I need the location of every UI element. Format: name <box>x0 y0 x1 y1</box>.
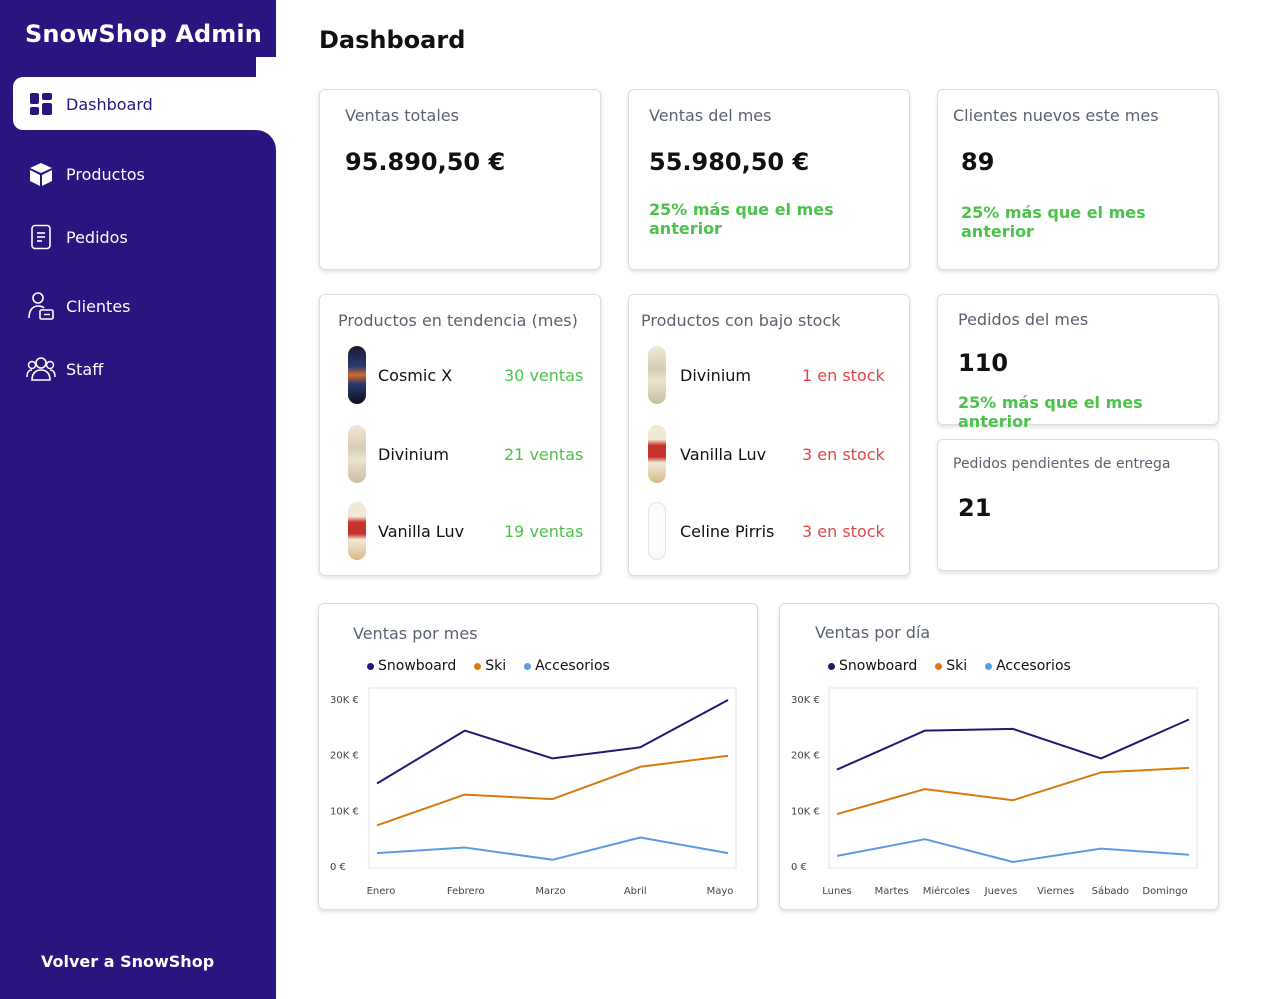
snowboard-thumbnail <box>348 346 366 404</box>
trending-products-card: Productos en tendencia (mes) Cosmic X 30… <box>319 294 601 576</box>
series-line-accesorios <box>836 838 1190 863</box>
stock-count: 1 en stock <box>802 366 885 385</box>
document-icon <box>26 222 56 252</box>
product-name: Celine Pirris <box>680 522 775 541</box>
stat-value: 95.890,50 € <box>345 148 506 176</box>
snowboard-thumbnail <box>348 425 366 483</box>
stock-count: 3 en stock <box>802 522 885 541</box>
stat-label: Ventas totales <box>345 106 459 125</box>
box-icon <box>26 159 56 189</box>
sidebar-item-label: Clientes <box>66 296 131 316</box>
sidebar-item-productos[interactable]: Productos <box>26 154 145 194</box>
sidebar-item-staff[interactable]: Staff <box>26 349 103 389</box>
product-name: Cosmic X <box>378 366 453 385</box>
series-line-accesorios <box>376 836 729 861</box>
chart-card-ventas-dia: Ventas por día Snowboard Ski Accesorios … <box>779 603 1219 910</box>
sidebar-item-dashboard[interactable]: Dashboard <box>26 84 153 124</box>
plot-frame <box>828 687 1198 869</box>
users-group-icon <box>26 354 56 384</box>
list-item[interactable]: Vanilla Luv 19 ventas <box>320 502 600 562</box>
sidebar: SnowShop Admin Dashboard Productos Pedid… <box>0 0 276 999</box>
series-line-snowboard <box>376 699 729 785</box>
sales-count: 30 ventas <box>504 366 584 385</box>
plot-frame <box>368 687 737 869</box>
sidebar-item-pedidos[interactable]: Pedidos <box>26 217 128 257</box>
stat-label: Pedidos pendientes de entrega <box>953 456 1171 472</box>
brand-title: SnowShop Admin <box>25 20 262 48</box>
sales-count: 19 ventas <box>504 522 584 541</box>
list-item[interactable]: Cosmic X 30 ventas <box>320 346 600 406</box>
sidebar-item-clientes[interactable]: Clientes <box>26 286 131 326</box>
series-line-ski <box>836 766 1190 816</box>
series-line-ski <box>376 754 729 827</box>
stat-change-note: 25% más que el mes anterior <box>961 203 1146 241</box>
y-tick-label: 20K € <box>330 751 359 762</box>
line-chart-daily: 0 € 10K € 20K € 30K € Lunes Martes Miércoles Ju… <box>791 687 1198 897</box>
card-title: Productos en tendencia (mes) <box>338 311 578 330</box>
stat-card-pedidos-pendientes: Pedidos pendientes de entrega 21 <box>937 439 1219 571</box>
stock-count: 3 en stock <box>802 445 885 464</box>
x-tick-label: Domingo <box>1142 886 1187 897</box>
dashboard-grid-icon <box>26 89 56 119</box>
x-tick-label: Viernes <box>1037 886 1074 897</box>
stat-value: 89 <box>961 148 995 176</box>
list-item[interactable]: Divinium 1 en stock <box>629 346 909 406</box>
product-name: Divinium <box>378 445 449 464</box>
y-tick-label: 10K € <box>791 806 820 817</box>
sidebar-item-label: Pedidos <box>66 227 128 247</box>
stat-card-pedidos-mes: Pedidos del mes 110 25% más que el mes a… <box>937 294 1219 431</box>
sidebar-item-label: Productos <box>66 164 145 184</box>
low-stock-card: Productos con bajo stock Divinium 1 en s… <box>628 294 910 576</box>
y-tick-label: 20K € <box>791 751 820 762</box>
stat-change-note: 25% más que el mes anterior <box>649 200 834 238</box>
product-name: Divinium <box>680 366 751 385</box>
y-tick-label: 30K € <box>330 695 359 706</box>
y-tick-label: 0 € <box>791 862 807 873</box>
page-title: Dashboard <box>319 26 466 54</box>
sidebar-item-label: Staff <box>66 359 104 379</box>
x-tick-label: Marzo <box>535 886 565 897</box>
list-item[interactable]: Vanilla Luv 3 en stock <box>629 425 909 485</box>
snowboard-thumbnail <box>648 502 666 560</box>
stat-change-note: 25% más que el mes anterior <box>958 393 1143 431</box>
product-name: Vanilla Luv <box>680 445 767 464</box>
sales-count: 21 ventas <box>504 445 584 464</box>
y-tick-label: 10K € <box>330 806 359 817</box>
x-tick-label: Abril <box>624 886 647 897</box>
sidebar-item-label: Dashboard <box>66 94 153 114</box>
series-line-snowboard <box>836 718 1190 771</box>
snowboard-thumbnail <box>348 502 366 560</box>
list-item[interactable]: Divinium 21 ventas <box>320 425 600 485</box>
list-item[interactable]: Celine Pirris 3 en stock <box>629 502 909 562</box>
snowboard-thumbnail <box>648 346 666 404</box>
x-tick-label: Lunes <box>822 886 851 897</box>
back-to-shop-link[interactable]: Volver a SnowShop <box>41 952 214 971</box>
chart-card-ventas-mes: Ventas por mes Snowboard Ski Accesorios … <box>318 603 758 910</box>
line-chart-monthly: 0 € 10K € 20K € 30K € Enero Febrero Marzo Abril… <box>330 687 737 897</box>
y-tick-label: 30K € <box>791 695 820 706</box>
stat-value: 55.980,50 € <box>649 148 810 176</box>
stat-label: Pedidos del mes <box>958 310 1089 329</box>
x-tick-label: Miércoles <box>923 885 970 897</box>
stat-card-ventas-totales: Ventas totales 95.890,50 € <box>319 89 601 270</box>
stat-label: Clientes nuevos este mes <box>953 106 1159 125</box>
x-tick-label: Febrero <box>447 886 485 897</box>
x-tick-label: Sábado <box>1092 885 1129 897</box>
stat-value: 21 <box>958 494 992 522</box>
stat-card-clientes-nuevos: Clientes nuevos este mes 89 25% más que … <box>937 89 1219 270</box>
stat-label: Ventas del mes <box>649 106 772 125</box>
stat-value: 110 <box>958 349 1009 377</box>
x-tick-label: Mayo <box>707 886 734 897</box>
snowboard-thumbnail <box>648 425 666 483</box>
x-tick-label: Jueves <box>984 886 1018 897</box>
x-tick-label: Martes <box>875 886 909 897</box>
stat-card-ventas-mes: Ventas del mes 55.980,50 € 25% más que e… <box>628 89 910 270</box>
product-name: Vanilla Luv <box>378 522 465 541</box>
y-tick-label: 0 € <box>330 862 346 873</box>
user-card-icon <box>26 291 56 321</box>
card-title: Productos con bajo stock <box>641 311 841 330</box>
x-tick-label: Enero <box>367 886 396 897</box>
